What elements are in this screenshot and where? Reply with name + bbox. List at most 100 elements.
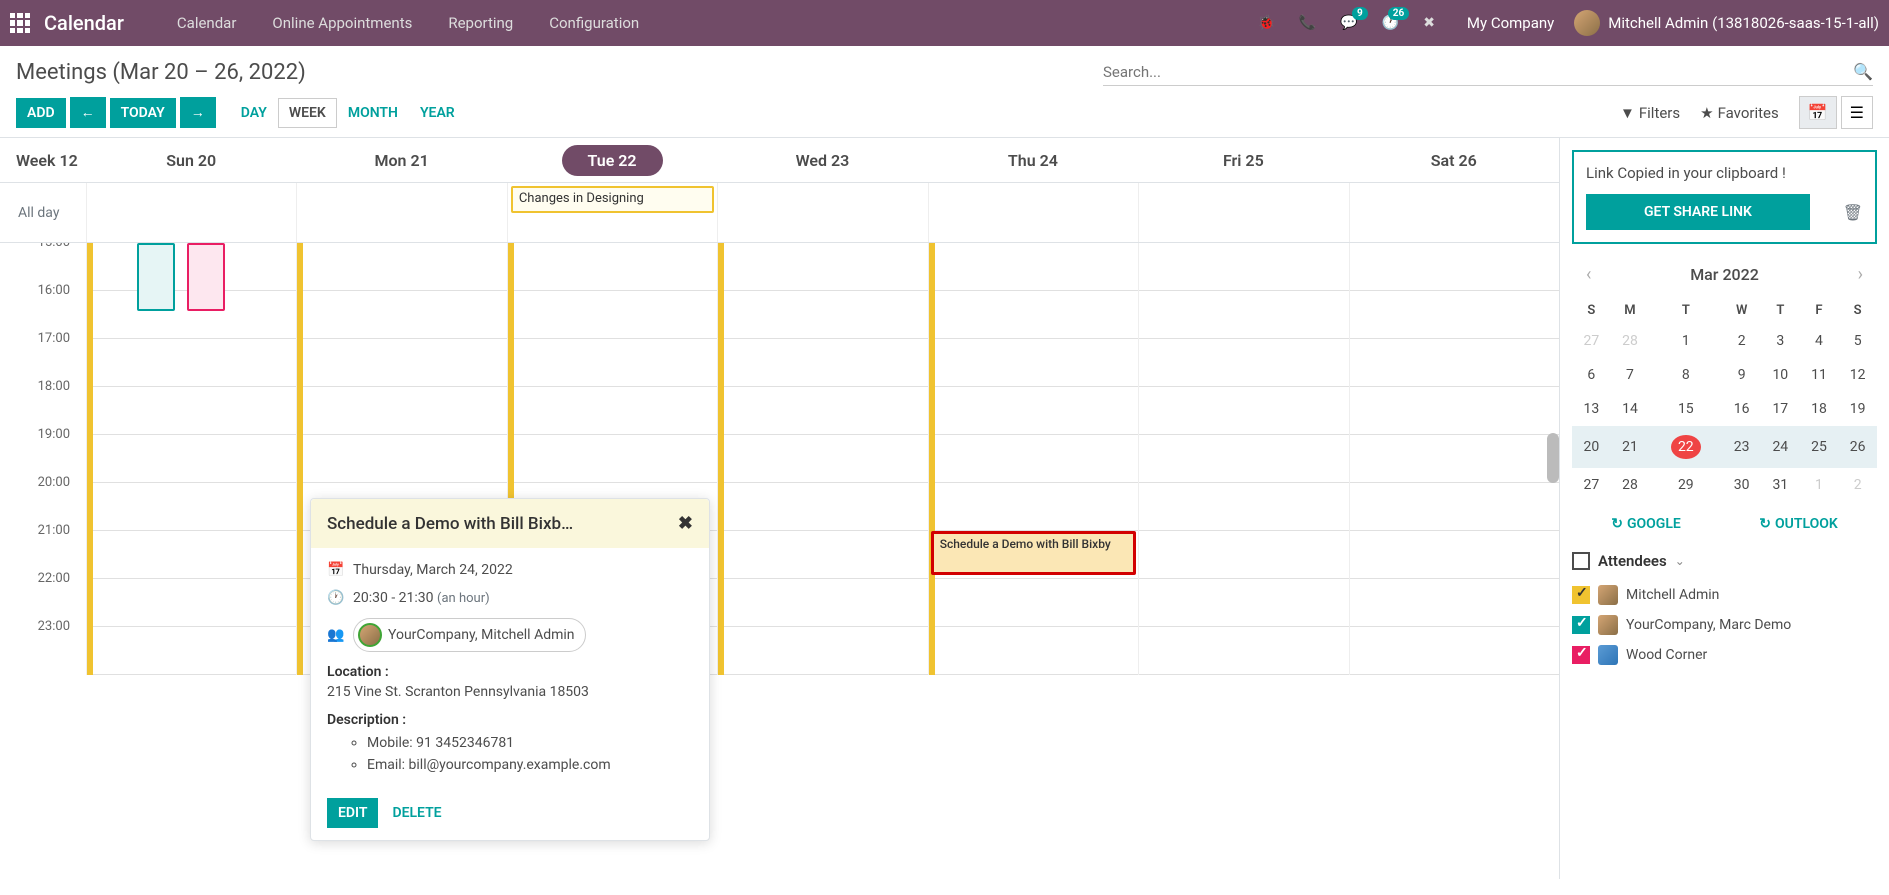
attendee-checkbox[interactable] xyxy=(1572,646,1590,664)
day-column[interactable] xyxy=(1138,243,1348,675)
allday-cell[interactable] xyxy=(928,183,1138,242)
minical-day[interactable]: 16 xyxy=(1722,392,1761,426)
popover-attendees[interactable]: YourCompany, Mitchell Admin xyxy=(353,618,586,652)
day-header[interactable]: Mon 21 xyxy=(296,151,506,170)
calendar-event[interactable] xyxy=(137,243,175,311)
minical-day[interactable]: 15 xyxy=(1649,392,1722,426)
scale-year[interactable]: YEAR xyxy=(409,98,466,128)
minical-day[interactable]: 24 xyxy=(1761,426,1800,468)
tools-icon[interactable]: ✖ xyxy=(1411,15,1447,31)
minical-day[interactable]: 10 xyxy=(1761,358,1800,392)
view-list-icon[interactable]: ☰ xyxy=(1841,96,1873,129)
scrollbar-thumb[interactable] xyxy=(1547,433,1559,483)
edit-button[interactable]: EDIT xyxy=(327,798,378,828)
filters-button[interactable]: ▼ Filters xyxy=(1620,104,1680,122)
minical-day[interactable]: 9 xyxy=(1722,358,1761,392)
minical-day[interactable]: 17 xyxy=(1761,392,1800,426)
minical-day[interactable]: 11 xyxy=(1800,358,1839,392)
minical-day[interactable]: 2 xyxy=(1722,324,1761,358)
search-input[interactable] xyxy=(1103,63,1853,81)
prev-button[interactable]: ← xyxy=(70,97,106,128)
allday-event[interactable]: Changes in Designing xyxy=(511,186,714,213)
minical-day[interactable]: 19 xyxy=(1838,392,1877,426)
attendee-checkbox[interactable] xyxy=(1572,586,1590,604)
activities-icon[interactable]: 🕐26 xyxy=(1370,15,1411,31)
allday-cell[interactable] xyxy=(717,183,927,242)
minical-prev-icon[interactable]: ‹ xyxy=(1580,264,1597,285)
minical-day[interactable]: 29 xyxy=(1649,468,1722,502)
minical-day[interactable]: 20 xyxy=(1572,426,1611,468)
menu-online-appointments[interactable]: Online Appointments xyxy=(254,14,430,32)
allday-cell[interactable] xyxy=(86,183,296,242)
allday-cell[interactable] xyxy=(296,183,506,242)
minical-day[interactable]: 21 xyxy=(1611,426,1650,468)
minical-day[interactable]: 1 xyxy=(1800,468,1839,502)
attendee-item[interactable]: Mitchell Admin xyxy=(1572,580,1877,610)
minical-day[interactable]: 22 xyxy=(1649,426,1722,468)
sync-outlook-button[interactable]: ↻ OUTLOOK xyxy=(1759,516,1838,532)
search-bar[interactable]: 🔍 xyxy=(1103,58,1873,86)
minical-day[interactable]: 1 xyxy=(1649,324,1722,358)
calendar-event-demo[interactable]: Schedule a Demo with Bill Bixby xyxy=(931,531,1136,575)
minical-day[interactable]: 27 xyxy=(1572,468,1611,502)
minical-day[interactable]: 14 xyxy=(1611,392,1650,426)
app-brand[interactable]: Calendar xyxy=(44,11,124,35)
get-share-link-button[interactable]: GET SHARE LINK xyxy=(1586,194,1810,230)
allday-cell[interactable] xyxy=(1349,183,1559,242)
day-column[interactable]: Schedule a Demo with Bill Bixby xyxy=(928,243,1138,675)
minical-day[interactable]: 27 xyxy=(1572,324,1611,358)
minical-day[interactable]: 30 xyxy=(1722,468,1761,502)
phone-icon[interactable]: 📞 xyxy=(1287,15,1328,31)
day-header-today[interactable]: Tue 22 xyxy=(507,151,717,170)
today-button[interactable]: TODAY xyxy=(110,98,176,128)
next-button[interactable]: → xyxy=(180,97,216,128)
day-header[interactable]: Sat 26 xyxy=(1349,151,1559,170)
attendee-checkbox[interactable] xyxy=(1572,616,1590,634)
attendee-item[interactable]: YourCompany, Marc Demo xyxy=(1572,610,1877,640)
chevron-down-icon[interactable]: ⌄ xyxy=(1675,554,1685,568)
user-menu[interactable]: Mitchell Admin (13818026-saas-15-1-all) xyxy=(1574,10,1879,36)
minical-day[interactable]: 26 xyxy=(1838,426,1877,468)
minical-day[interactable]: 23 xyxy=(1722,426,1761,468)
attendee-item[interactable]: Wood Corner xyxy=(1572,640,1877,670)
calendar-event[interactable] xyxy=(187,243,225,311)
minical-next-icon[interactable]: › xyxy=(1852,264,1869,285)
day-header[interactable]: Fri 25 xyxy=(1138,151,1348,170)
day-header[interactable]: Wed 23 xyxy=(717,151,927,170)
minical-day[interactable]: 6 xyxy=(1572,358,1611,392)
day-header[interactable]: Sun 20 xyxy=(86,151,296,170)
minical-day[interactable]: 18 xyxy=(1800,392,1839,426)
close-icon[interactable]: ✖ xyxy=(678,513,693,534)
day-column[interactable] xyxy=(86,243,296,675)
minical-day[interactable]: 2 xyxy=(1838,468,1877,502)
add-button[interactable]: ADD xyxy=(16,98,66,128)
allday-cell[interactable]: Changes in Designing xyxy=(507,183,717,242)
minical-day[interactable]: 7 xyxy=(1611,358,1650,392)
minical-day[interactable]: 3 xyxy=(1761,324,1800,358)
timegrid[interactable]: 15:0016:0017:0018:0019:0020:0021:0022:00… xyxy=(0,243,1559,879)
attendees-all-checkbox[interactable] xyxy=(1572,552,1590,570)
scale-day[interactable]: DAY xyxy=(230,98,278,128)
minical-day[interactable]: 12 xyxy=(1838,358,1877,392)
minical-day[interactable]: 31 xyxy=(1761,468,1800,502)
day-column[interactable] xyxy=(717,243,927,675)
minical-day[interactable]: 28 xyxy=(1611,324,1650,358)
minical-day[interactable]: 5 xyxy=(1838,324,1877,358)
minical-day[interactable]: 4 xyxy=(1800,324,1839,358)
search-icon[interactable]: 🔍 xyxy=(1853,62,1873,81)
scale-week[interactable]: WEEK xyxy=(278,98,337,128)
messaging-icon[interactable]: 💬9 xyxy=(1328,15,1369,31)
sync-google-button[interactable]: ↻ GOOGLE xyxy=(1611,516,1681,532)
apps-icon[interactable] xyxy=(10,13,30,33)
menu-configuration[interactable]: Configuration xyxy=(531,14,657,32)
debug-icon[interactable]: 🐞 xyxy=(1245,15,1286,31)
scale-month[interactable]: MONTH xyxy=(337,98,409,128)
company-switcher[interactable]: My Company xyxy=(1447,14,1574,32)
minical-day[interactable]: 13 xyxy=(1572,392,1611,426)
trash-icon[interactable]: 🗑 xyxy=(1843,203,1863,222)
allday-cell[interactable] xyxy=(1138,183,1348,242)
view-calendar-icon[interactable]: 📅 xyxy=(1799,96,1837,129)
favorites-button[interactable]: ★ Favorites xyxy=(1700,104,1779,122)
day-column[interactable] xyxy=(1349,243,1559,675)
menu-calendar[interactable]: Calendar xyxy=(159,14,255,32)
